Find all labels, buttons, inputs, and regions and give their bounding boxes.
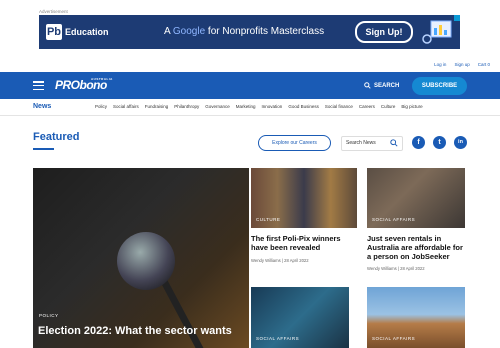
ad-illustration — [422, 20, 452, 44]
signup-link[interactable]: Sign up — [454, 62, 469, 67]
ad-banner[interactable]: Pb Education A Google for Nonprofits Mas… — [39, 15, 460, 49]
article-meta: Wendy Williams | 28 April 2022 — [367, 266, 425, 271]
category-tag[interactable]: SOCIAL AFFAIRS — [372, 336, 415, 341]
category-tag[interactable]: POLICY — [39, 313, 59, 318]
ad-label: Advertisement — [39, 9, 68, 14]
ad-brand: Education — [65, 27, 109, 37]
nav-item-policy[interactable]: Policy — [95, 104, 107, 109]
nav-item-big-picture[interactable]: Big picture — [401, 104, 422, 109]
featured-underline — [33, 148, 54, 150]
nav-item-marketing[interactable]: Marketing — [236, 104, 256, 109]
facebook-icon[interactable]: f — [412, 136, 425, 149]
main-nav: News Policy Social affairs Fundraising P… — [0, 99, 500, 116]
nav-item-social-affairs[interactable]: Social affairs — [113, 104, 139, 109]
nav-item-social-finance[interactable]: Social finance — [325, 104, 353, 109]
article-title[interactable]: Just seven rentals in Australia are affo… — [367, 234, 467, 261]
nav-item-good-business[interactable]: Good Business — [288, 104, 319, 109]
header-search-button[interactable]: SEARCH — [364, 82, 399, 89]
login-link[interactable]: Log in — [434, 62, 446, 67]
category-tag[interactable]: SOCIAL AFFAIRS — [372, 217, 415, 222]
ad-message: A Google for Nonprofits Masterclass — [164, 26, 325, 37]
nav-item-careers[interactable]: Careers — [359, 104, 375, 109]
twitter-icon[interactable]: t — [433, 136, 446, 149]
subscribe-button[interactable]: SUBSCRIBE — [412, 77, 467, 95]
nav-brand[interactable]: News — [33, 103, 51, 110]
cart-link[interactable]: Cart 0 — [478, 62, 490, 67]
search-icon — [364, 82, 371, 89]
nav-item-philanthropy[interactable]: Philanthropy — [174, 104, 199, 109]
article-meta: Wendy Williams | 28 April 2022 — [251, 258, 309, 263]
ad-logo: Pb — [46, 24, 62, 40]
logo-country: AUSTRALIA — [91, 77, 113, 81]
site-logo[interactable]: PRObono AUSTRALIA — [55, 77, 112, 92]
linkedin-icon[interactable]: in — [454, 136, 467, 149]
microphone-stand — [161, 279, 210, 348]
ad-close-icon[interactable] — [454, 15, 460, 21]
nav-item-fundraising[interactable]: Fundraising — [145, 104, 169, 109]
category-tag[interactable]: SOCIAL AFFAIRS — [256, 336, 299, 341]
nav-item-governance[interactable]: Governance — [205, 104, 230, 109]
ad-signup-button[interactable]: Sign Up! — [355, 21, 413, 43]
category-tag[interactable]: CULTURE — [256, 217, 280, 222]
nav-item-culture[interactable]: Culture — [381, 104, 396, 109]
utility-links: Log in Sign up Cart 0 — [434, 62, 490, 67]
cart-count: 0 — [487, 62, 490, 67]
microphone-image — [117, 232, 175, 290]
featured-heading: Featured — [33, 131, 80, 143]
explore-careers-button[interactable]: Explore our Careers — [258, 135, 331, 151]
search-icon[interactable] — [390, 139, 398, 147]
site-header: PRObono AUSTRALIA SEARCH SUBSCRIBE — [0, 72, 500, 99]
nav-item-innovation[interactable]: Innovation — [262, 104, 283, 109]
featured-main-card[interactable] — [33, 168, 249, 348]
article-title[interactable]: Election 2022: What the sector wants — [38, 325, 232, 337]
article-title[interactable]: The first Poli-Pix winners have been rev… — [251, 234, 359, 252]
menu-icon[interactable] — [33, 81, 44, 90]
